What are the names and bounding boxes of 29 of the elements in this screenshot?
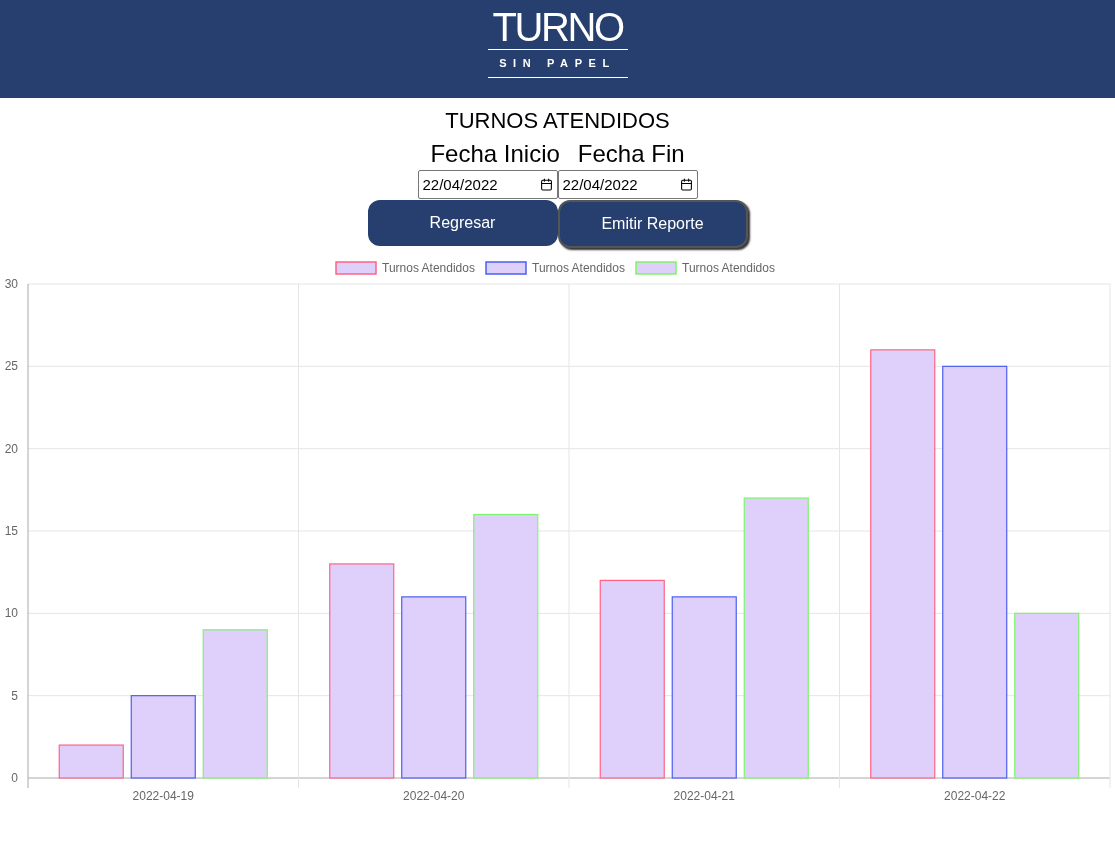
y-tick-label: 10 [4,606,18,621]
date-field[interactable]: 22/04/2022 [417,170,558,199]
date-label: Fecha Fin [577,139,685,169]
y-tick-label: 25 [4,359,18,374]
calendar-icon[interactable] [679,178,693,191]
legend-label: Turnos Atendidos [532,261,625,275]
bar [58,744,124,779]
legend-item[interactable]: Turnos Atendidos [635,261,775,275]
x-tick-label: 2022-04-20 [403,789,465,803]
y-tick-label: 5 [11,688,18,703]
page-title: TURNOS ATENDIDOS [445,107,670,135]
legend-label: Turnos Atendidos [382,261,475,275]
logo-title: TURNO [492,6,623,48]
legend-label: Turnos Atendidos [682,261,775,275]
y-tick-label: 20 [4,441,18,456]
y-tick-label: 30 [4,277,18,291]
action-button[interactable]: Regresar [367,200,558,246]
date-label: Fecha Inicio [430,139,560,169]
date-field[interactable]: 22/04/2022 [557,170,698,199]
logo-subtitle: SIN PAPEL [487,49,628,78]
x-tick-label: 2022-04-21 [673,789,735,803]
legend-item[interactable]: Turnos Atendidos [335,261,475,275]
action-button[interactable]: Emitir Reporte [557,200,748,248]
y-tick-label: 15 [4,524,18,538]
x-tick-label: 2022-04-19 [132,789,194,803]
calendar-icon[interactable] [539,178,553,191]
legend-item[interactable]: Turnos Atendidos [485,261,625,275]
y-tick-label: 0 [11,771,18,785]
x-tick-label: 2022-04-22 [944,789,1006,803]
